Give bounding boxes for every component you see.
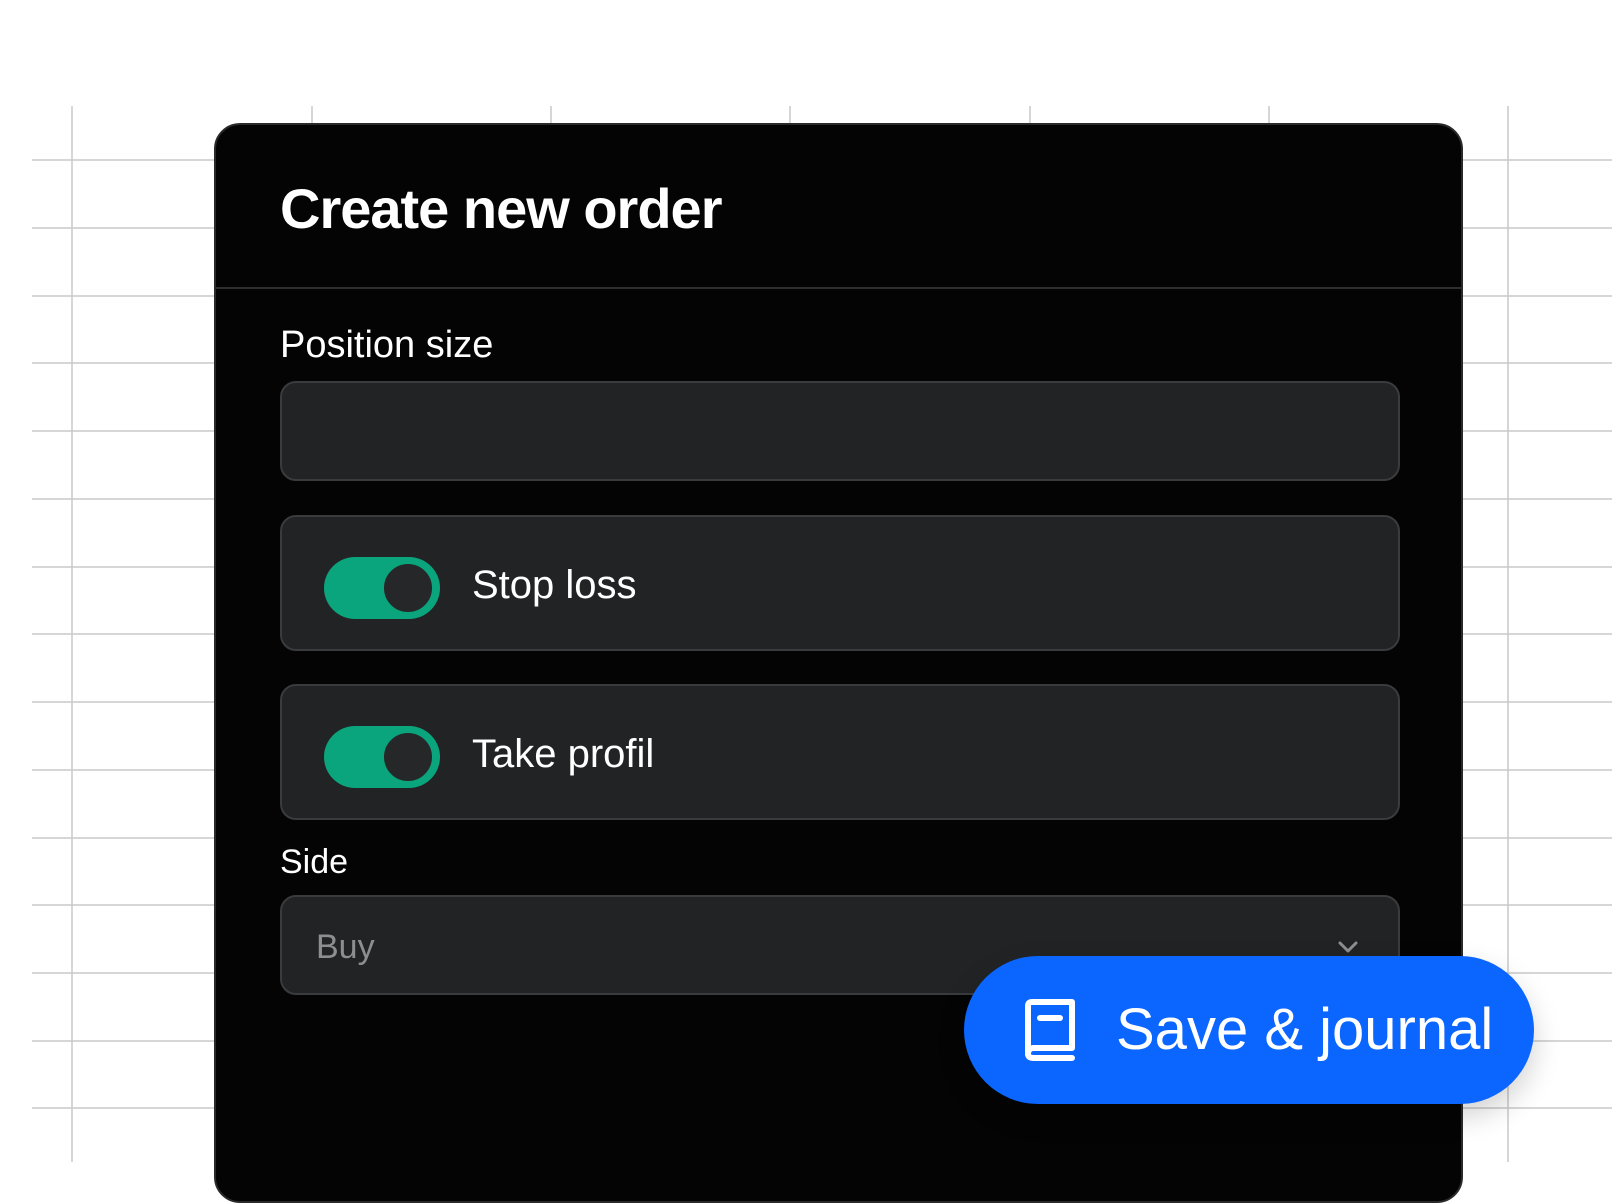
side-selected-value: Buy [316,928,375,966]
toggle-knob [382,562,434,614]
save-journal-button[interactable]: Save & journal [964,956,1534,1104]
stop-loss-toggle[interactable] [324,557,440,619]
stop-loss-row: Stop loss [280,515,1400,651]
position-size-input[interactable] [280,381,1400,481]
modal-header: Create new order [216,125,1461,289]
stop-loss-label: Stop loss [472,563,637,607]
take-profit-row: Take profil [280,684,1400,820]
position-size-label: Position size [280,324,494,366]
save-journal-label: Save & journal [1116,997,1494,1062]
toggle-knob [382,731,434,783]
modal-title: Create new order [280,177,722,240]
take-profit-toggle[interactable] [324,726,440,788]
side-label: Side [280,843,349,881]
take-profit-label: Take profil [472,732,655,776]
book-icon [1025,999,1075,1061]
